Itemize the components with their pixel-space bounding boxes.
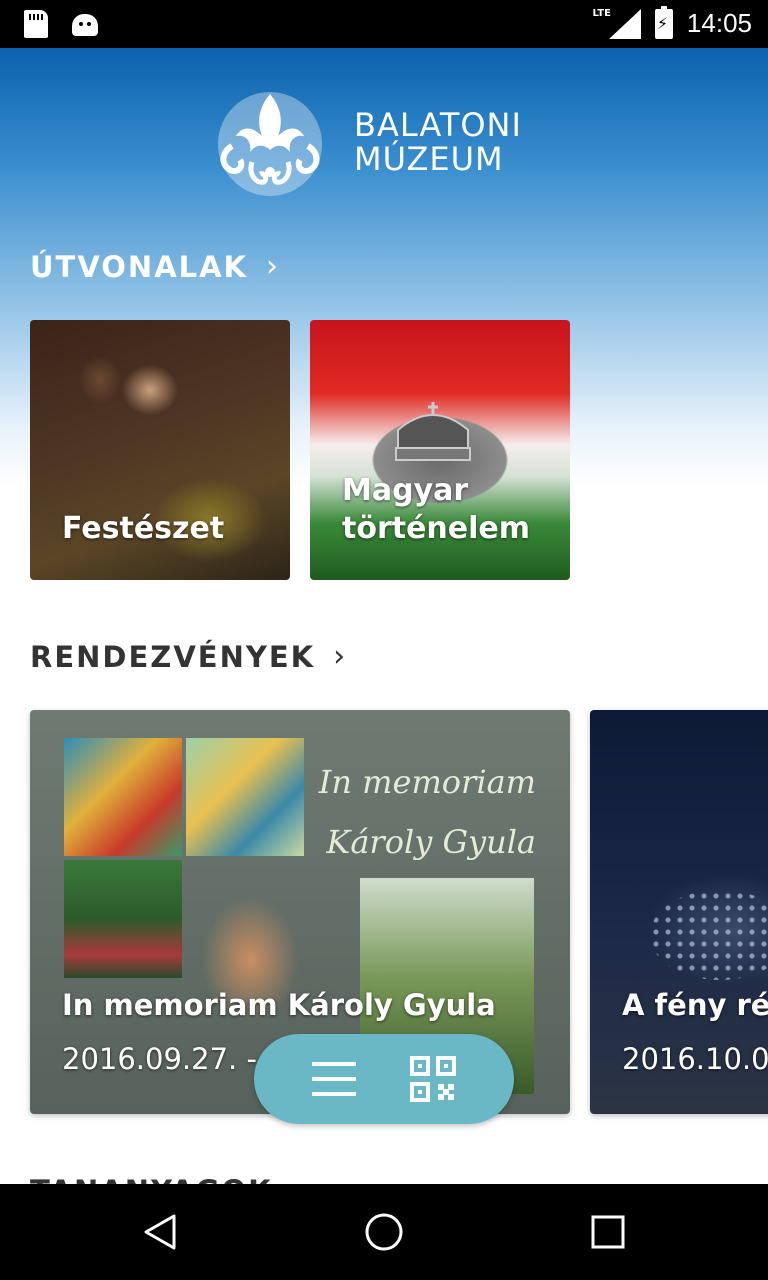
home-icon[interactable] [364, 1212, 404, 1252]
route-card-painting[interactable]: Festészet [30, 320, 290, 580]
status-bar: LTE 14:05 [0, 0, 768, 48]
chevron-right-icon: › [333, 639, 346, 674]
section-title-routes: ÚTVONALAK [30, 250, 249, 284]
section-title-events: RENDEZVÉNYEK [30, 640, 316, 674]
event-poster-line-1: In memoriam [318, 763, 536, 801]
clock: 14:05 [686, 8, 752, 38]
event-poster-line-2: Károly Gyula [326, 823, 536, 861]
chevron-right-icon: › [266, 249, 279, 284]
battery-charging-icon [654, 5, 673, 39]
event-image-lights [650, 890, 768, 980]
logo-ornament-icon [218, 92, 322, 196]
recents-icon[interactable] [588, 1212, 628, 1252]
system-icons: LTE 14:05 [577, 5, 752, 39]
back-icon[interactable] [140, 1212, 180, 1252]
logo-line-1: BALATONI [354, 106, 522, 144]
event-date: 2016.09.27. - [62, 1042, 257, 1076]
sd-card-icon [24, 10, 48, 38]
crown-icon [395, 402, 471, 461]
navigation-bar [0, 1184, 768, 1280]
event-card[interactable]: A fény rég 2016.10.0 [590, 710, 768, 1114]
event-date: 2016.10.0 [622, 1042, 768, 1076]
logo-line-2: MÚZEUM [354, 140, 504, 178]
event-title: In memoriam Károly Gyula [62, 988, 496, 1022]
section-header-routes[interactable]: ÚTVONALAK › [30, 250, 278, 284]
chevron-right-icon: › [291, 1176, 303, 1185]
section-header-materials[interactable]: TANANYAGOK › [30, 1174, 303, 1184]
notification-icons [24, 10, 98, 38]
event-title: A fény rég [622, 988, 768, 1022]
route-card-label: Magyar történelem [342, 472, 530, 548]
floating-action-bar [254, 1034, 514, 1124]
event-poster-title: In memoriam Károly Gyula [319, 752, 536, 872]
museum-logo: BALATONI MÚZEUM [212, 86, 522, 198]
signal-icon [608, 8, 641, 39]
route-card-history[interactable]: Magyar történelem [310, 320, 570, 580]
main-content[interactable]: BALATONI MÚZEUM ÚTVONALAK › Festészet Ma… [0, 48, 768, 1184]
route-card-label-line-1: Magyar [342, 473, 469, 508]
route-card-label: Festészet [62, 511, 225, 546]
route-card-label-line-2: történelem [342, 511, 531, 546]
section-header-events[interactable]: RENDEZVÉNYEK › [30, 640, 345, 674]
qr-code-icon[interactable] [410, 1056, 456, 1102]
logo-wordmark: BALATONI MÚZEUM [354, 108, 522, 176]
section-title-materials: TANANYAGOK [30, 1174, 273, 1184]
menu-icon[interactable] [312, 1062, 356, 1096]
event-poster-collage [64, 738, 304, 978]
android-icon [72, 14, 98, 36]
network-type: LTE [592, 8, 611, 19]
